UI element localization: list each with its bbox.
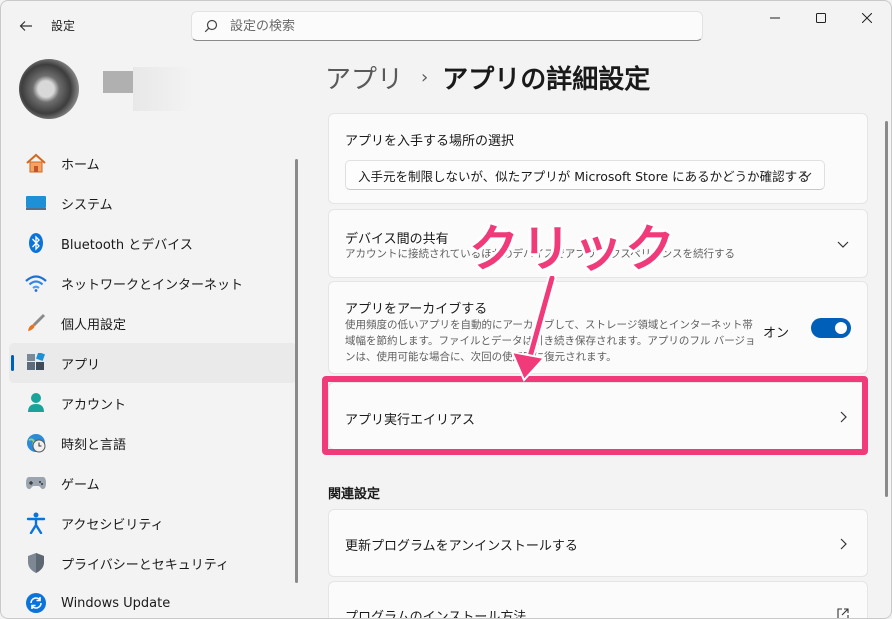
profile-name-redacted [103, 71, 133, 93]
maximize-button[interactable] [798, 3, 844, 33]
globe-clock-icon [25, 432, 47, 454]
sidebar-nav: ホーム システム Bluetooth とデバイス ネットワークとインターネット … [1, 143, 301, 618]
profile-email-redacted [133, 67, 193, 111]
minimize-icon [770, 17, 780, 19]
gamepad-icon [25, 472, 47, 494]
sidebar-item-system[interactable]: システム [9, 183, 297, 223]
sidebar-item-accounts[interactable]: アカウント [9, 383, 297, 423]
main-scrollbar[interactable] [885, 121, 888, 497]
accessibility-icon [25, 512, 47, 534]
search-box[interactable] [191, 11, 703, 41]
sidebar-item-label: Windows Update [61, 595, 171, 611]
app-source-dropdown[interactable]: 入手元を制限しないが、似たアプリが Microsoft Store にあるかどう… [345, 160, 825, 190]
sidebar-scrollbar[interactable] [295, 159, 298, 583]
archive-toggle-label: オン [762, 326, 789, 341]
install-programs-title: プログラムのインストール方法 [345, 610, 527, 619]
back-button[interactable] [13, 13, 39, 39]
sidebar-item-label: アクセシビリティ [61, 517, 164, 533]
sidebar-item-label: ネットワークとインターネット [61, 277, 244, 293]
avatar[interactable] [19, 59, 79, 119]
sidebar-item-accessibility[interactable]: アクセシビリティ [9, 503, 297, 543]
alias-title: アプリ実行エイリアス [345, 413, 476, 428]
install-programs-card[interactable]: プログラムのインストール方法 [328, 581, 868, 619]
sidebar-item-personalization[interactable]: 個人用設定 [9, 303, 297, 343]
wifi-icon [25, 272, 47, 294]
app-title: 設定 [51, 19, 76, 33]
sidebar-item-label: システム [61, 197, 113, 213]
arrow-left-icon [19, 21, 32, 31]
brush-icon [25, 312, 47, 334]
sidebar-item-label: アカウント [61, 397, 127, 413]
chevron-down-icon[interactable] [837, 238, 849, 250]
annotation-arrow-icon [510, 276, 557, 382]
chevron-right-icon [840, 538, 847, 550]
sidebar-item-label: アプリ [61, 357, 101, 373]
sidebar-item-time-language[interactable]: 時刻と言語 [9, 423, 297, 463]
breadcrumb: アプリ › アプリの詳細設定 [325, 59, 650, 96]
minimize-button[interactable] [752, 3, 798, 33]
archive-apps-card: アプリをアーカイブする 使用頻度の低いアプリを自動的にアーカイブして、ストレージ… [328, 281, 868, 374]
sidebar-item-bluetooth[interactable]: Bluetooth とデバイス [9, 223, 297, 263]
share-title: デバイス間の共有 [345, 232, 449, 247]
chevron-right-icon [840, 411, 847, 423]
archive-title: アプリをアーカイブする [345, 302, 488, 317]
archive-toggle[interactable] [811, 318, 851, 338]
title-bar: 設定 [1, 1, 891, 49]
app-source-title: アプリを入手する場所の選択 [345, 134, 515, 149]
uninstall-updates-title: 更新プログラムをアンインストールする [345, 539, 578, 554]
sidebar-item-label: ホーム [61, 157, 100, 173]
sidebar-item-label: 個人用設定 [61, 317, 127, 333]
apps-icon [25, 352, 47, 374]
bluetooth-icon [25, 232, 47, 254]
sidebar-item-apps[interactable]: アプリ [9, 343, 297, 383]
sidebar-item-label: ゲーム [61, 477, 100, 493]
sidebar-item-label: 時刻と言語 [61, 437, 127, 453]
sidebar-item-label: プライバシーとセキュリティ [61, 557, 229, 573]
breadcrumb-parent[interactable]: アプリ [325, 59, 403, 96]
update-icon [25, 592, 47, 614]
sidebar-item-windows-update[interactable]: Windows Update [9, 583, 297, 618]
maximize-icon [816, 13, 826, 23]
home-icon [25, 152, 47, 174]
app-source-card: アプリを入手する場所の選択 入手元を制限しないが、似たアプリが Microsof… [328, 113, 868, 204]
annotation-click-label: クリック [469, 220, 677, 278]
chevron-down-icon [802, 172, 812, 178]
related-settings-heading: 関連設定 [328, 487, 381, 502]
sidebar-item-home[interactable]: ホーム [9, 143, 297, 183]
external-link-icon [837, 608, 849, 618]
breadcrumb-separator: › [421, 67, 429, 88]
sidebar-item-gaming[interactable]: ゲーム [9, 463, 297, 503]
close-button[interactable] [844, 3, 890, 33]
sidebar-item-label: Bluetooth とデバイス [61, 237, 193, 253]
app-execution-alias-card[interactable]: アプリ実行エイリアス [328, 382, 868, 450]
shield-icon [25, 552, 47, 574]
sidebar-item-network[interactable]: ネットワークとインターネット [9, 263, 297, 303]
toggle-knob [835, 322, 847, 334]
page-title: アプリの詳細設定 [442, 65, 651, 95]
account-icon [25, 392, 47, 414]
system-icon [25, 192, 47, 214]
settings-window: 設定 ホーム [0, 0, 892, 619]
search-icon [204, 19, 218, 33]
search-input[interactable] [230, 18, 670, 34]
app-source-dropdown-value: 入手元を制限しないが、似たアプリが Microsoft Store にあるかどう… [358, 168, 810, 184]
sidebar-item-privacy[interactable]: プライバシーとセキュリティ [9, 543, 297, 583]
close-icon [862, 13, 872, 23]
uninstall-updates-card[interactable]: 更新プログラムをアンインストールする [328, 509, 868, 577]
